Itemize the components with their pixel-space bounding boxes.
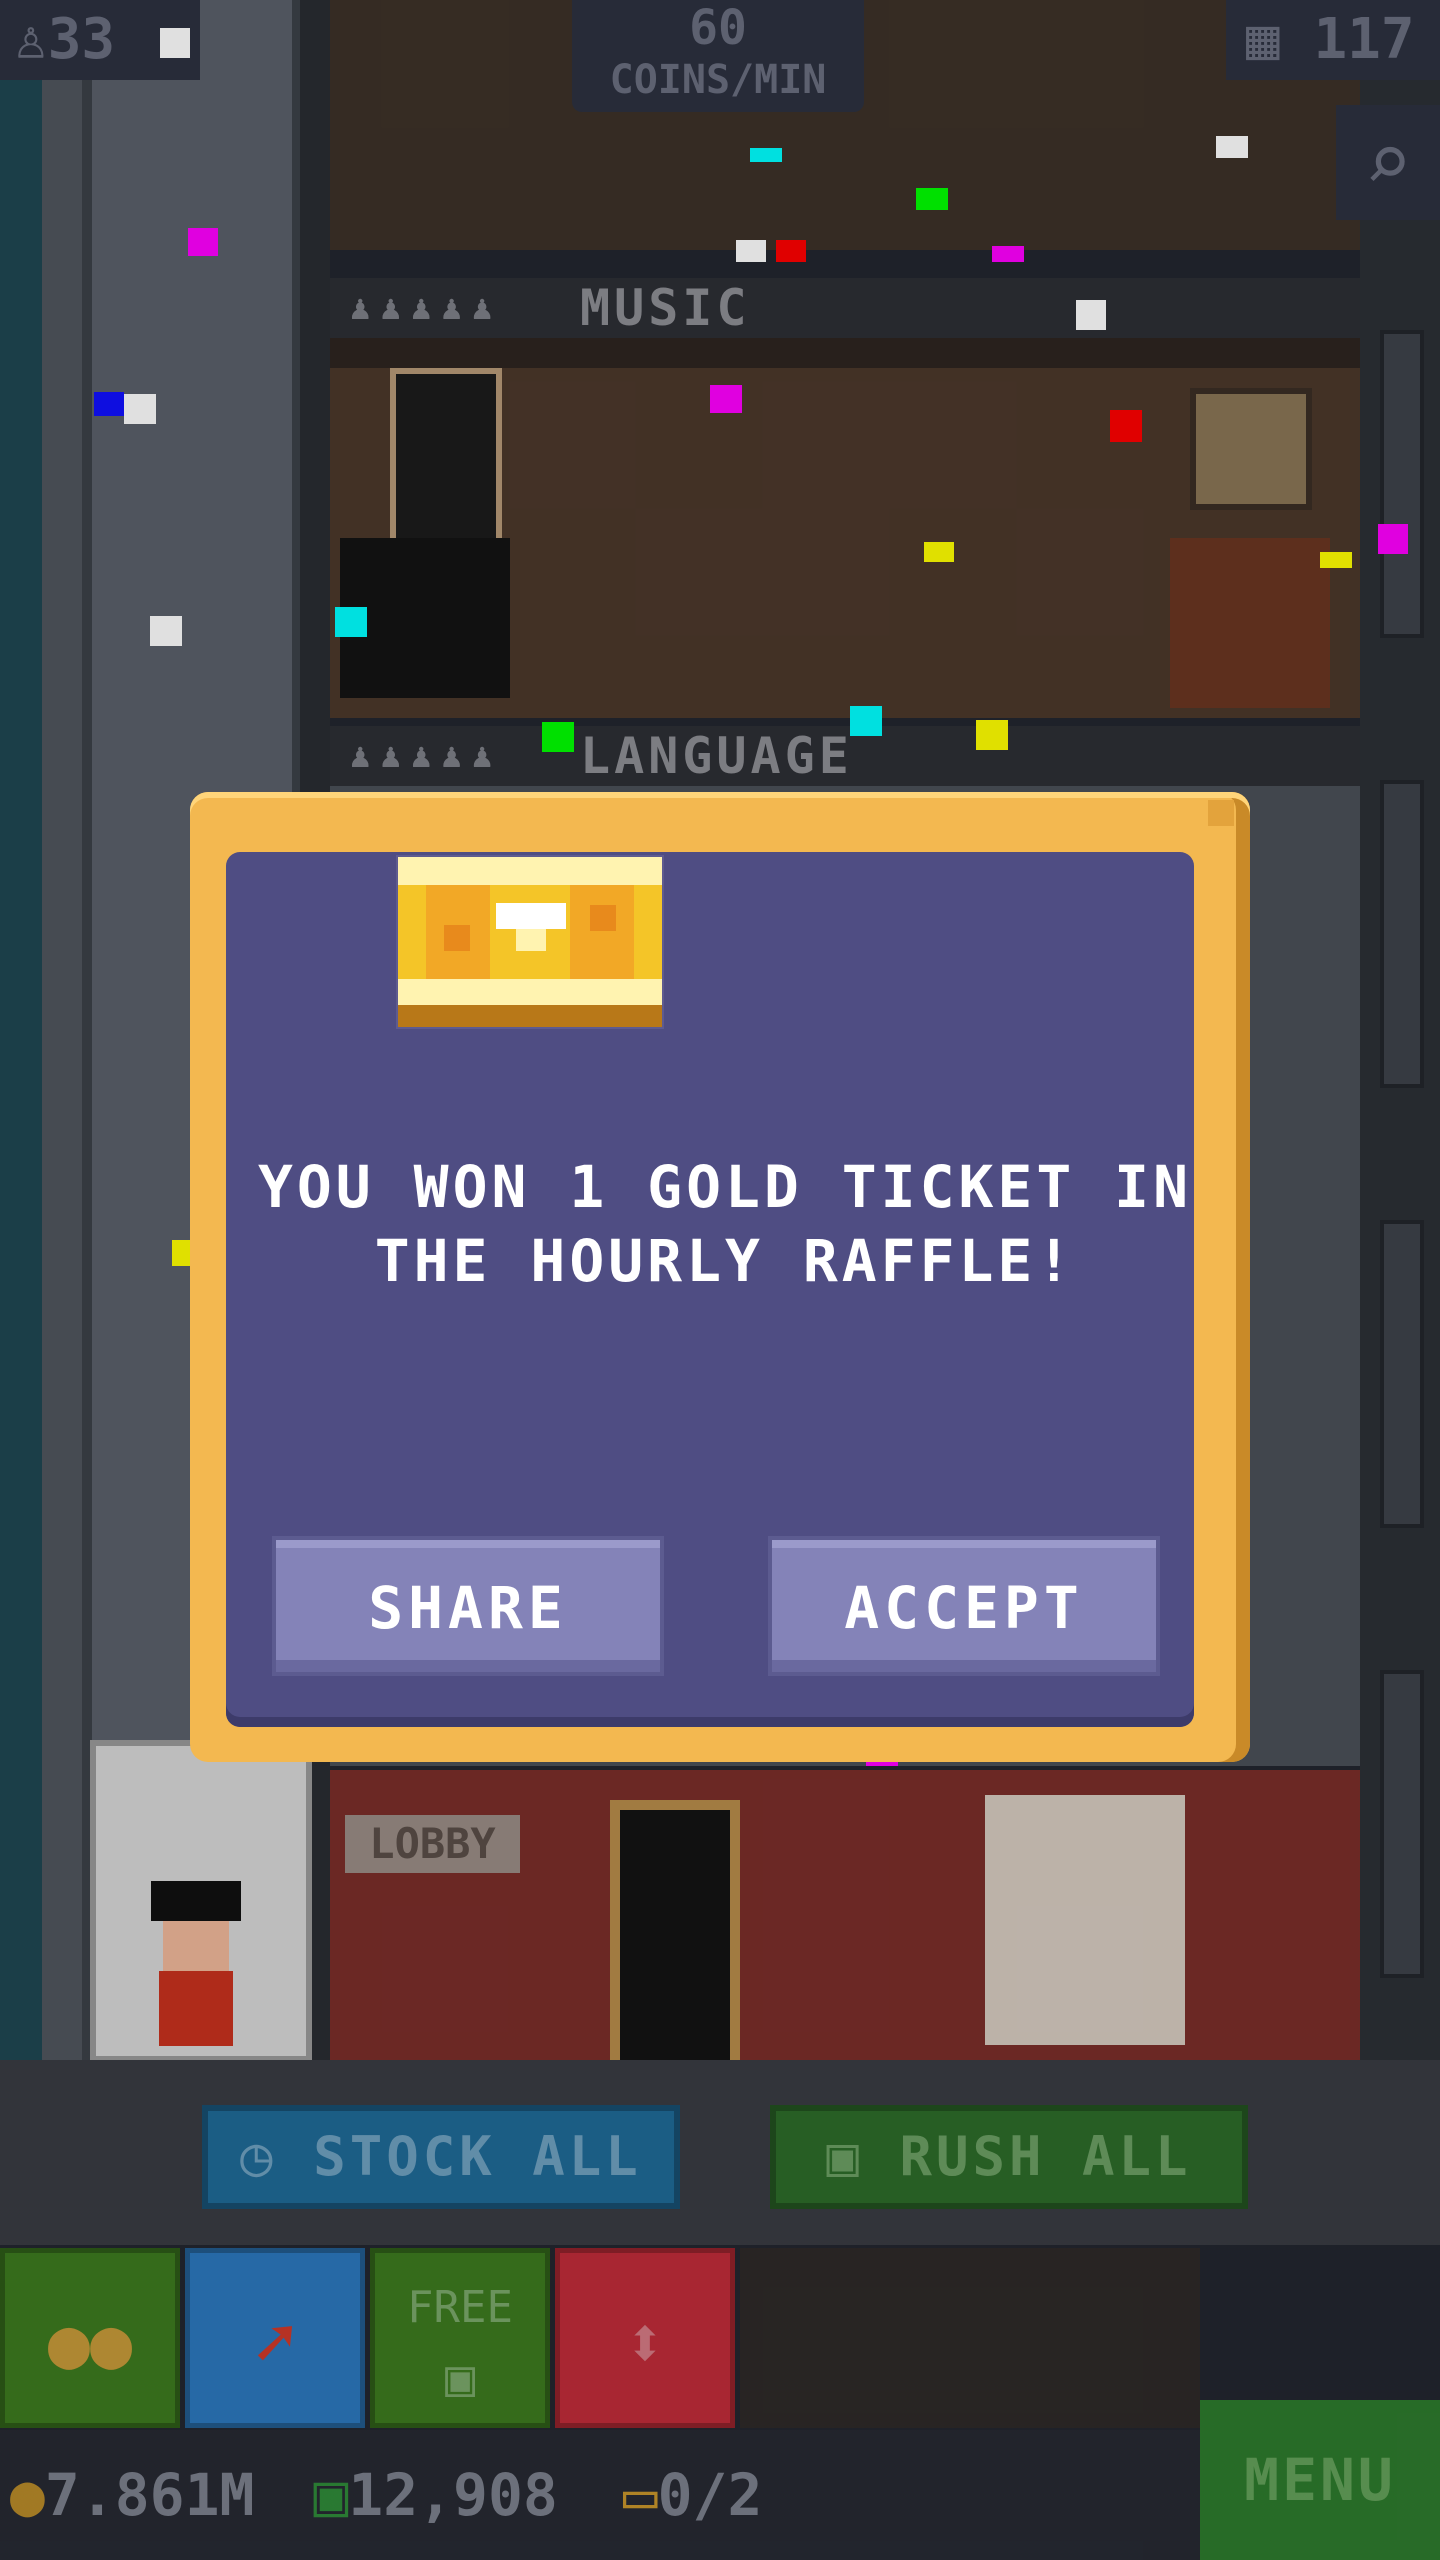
gold-ticket-icon (396, 855, 664, 1029)
dialog-message: YOU WON 1 GOLD TICKET IN THE HOURLY RAFF… (257, 1153, 1193, 1295)
dialog-corner (1208, 800, 1234, 826)
share-button[interactable]: SHARE (272, 1536, 664, 1676)
accept-button[interactable]: ACCEPT (768, 1536, 1160, 1676)
